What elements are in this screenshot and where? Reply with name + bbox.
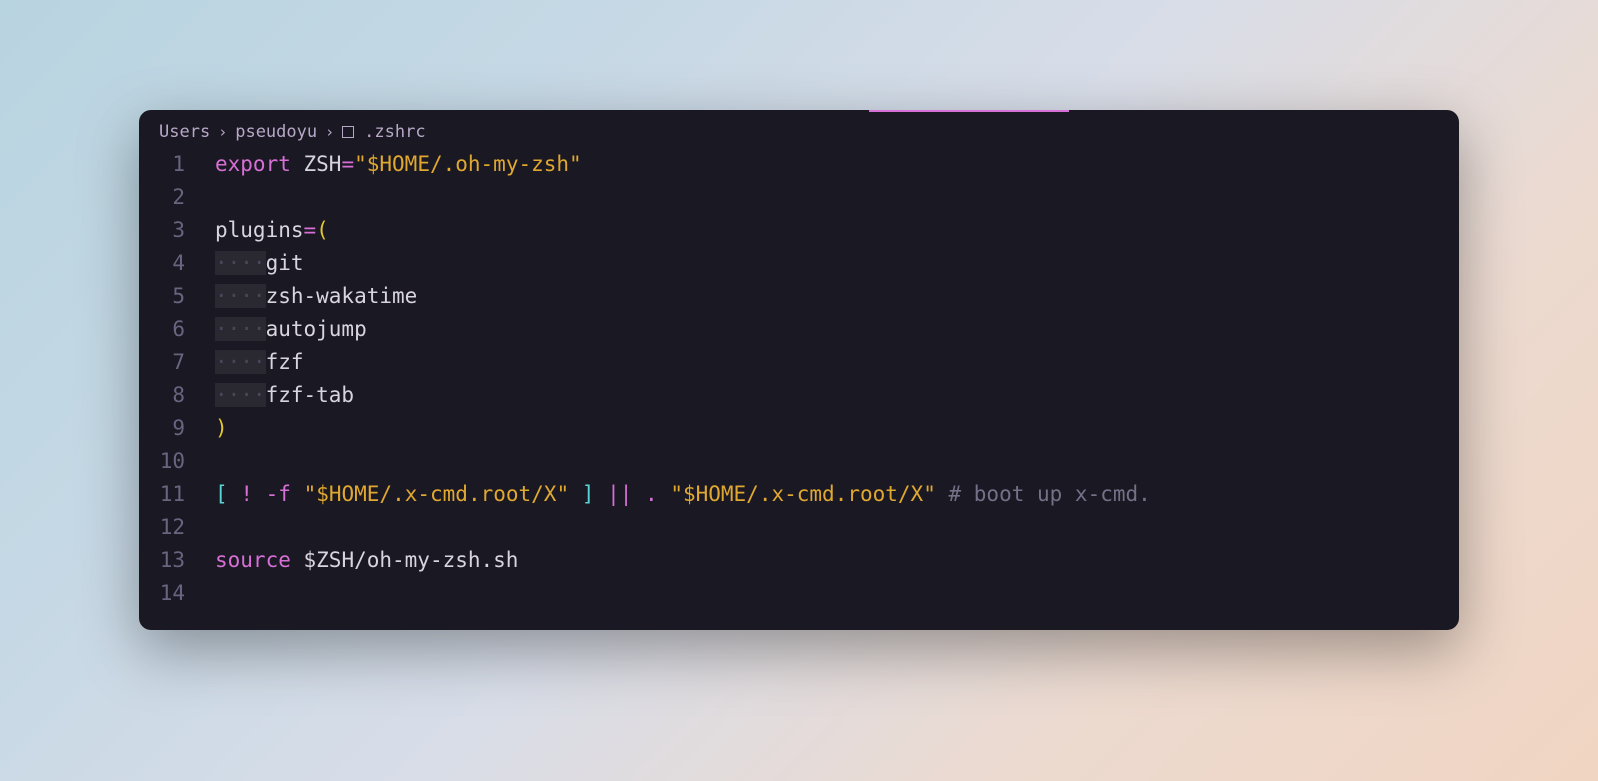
token (658, 482, 671, 506)
token: || (607, 482, 632, 506)
code-line[interactable]: 8····fzf-tab (139, 383, 1459, 416)
token: fzf (266, 350, 304, 374)
token: "$HOME/.oh-my-zsh" (354, 152, 582, 176)
token: ···· (215, 251, 266, 275)
line-number: 11 (139, 482, 215, 506)
line-content[interactable]: ····fzf (215, 350, 304, 374)
token: ] (582, 482, 595, 506)
token: /oh-my-zsh.sh (354, 548, 518, 572)
token (228, 482, 241, 506)
code-line[interactable]: 3plugins=( (139, 218, 1459, 251)
editor-window: Users › pseudoyu › .zshrc 1export ZSH="$… (139, 110, 1459, 630)
token: ) (215, 416, 228, 440)
code-line[interactable]: 10 (139, 449, 1459, 482)
breadcrumb-part[interactable]: Users (159, 122, 210, 142)
line-number: 14 (139, 581, 215, 605)
line-content[interactable]: [ ! -f "$HOME/.x-cmd.root/X" ] || . "$HO… (215, 482, 1151, 506)
token: ···· (215, 350, 266, 374)
token (253, 482, 266, 506)
token: = (341, 152, 354, 176)
token: = (304, 218, 317, 242)
token: ···· (215, 317, 266, 341)
line-content[interactable]: source $ZSH/oh-my-zsh.sh (215, 548, 518, 572)
token: fzf-tab (266, 383, 355, 407)
breadcrumb-part[interactable]: pseudoyu (235, 122, 317, 142)
code-line[interactable]: 4····git (139, 251, 1459, 284)
token: . (645, 482, 658, 506)
line-number: 5 (139, 284, 215, 308)
line-number: 3 (139, 218, 215, 242)
chevron-right-icon: › (218, 123, 227, 141)
code-line[interactable]: 13source $ZSH/oh-my-zsh.sh (139, 548, 1459, 581)
breadcrumb-file[interactable]: .zshrc (364, 122, 425, 142)
line-number: 1 (139, 152, 215, 176)
token: plugins (215, 218, 304, 242)
token (594, 482, 607, 506)
line-content[interactable]: ····fzf-tab (215, 383, 354, 407)
breadcrumb[interactable]: Users › pseudoyu › .zshrc (139, 110, 1459, 148)
token: source (215, 548, 291, 572)
line-content[interactable]: plugins=( (215, 218, 329, 242)
token: ZSH (304, 152, 342, 176)
token: $ZSH (304, 548, 355, 572)
token: # boot up x-cmd. (949, 482, 1151, 506)
code-line[interactable]: 11[ ! -f "$HOME/.x-cmd.root/X" ] || . "$… (139, 482, 1459, 515)
line-content[interactable]: export ZSH="$HOME/.oh-my-zsh" (215, 152, 582, 176)
code-line[interactable]: 12 (139, 515, 1459, 548)
line-content[interactable]: ····autojump (215, 317, 367, 341)
line-number: 8 (139, 383, 215, 407)
token: [ (215, 482, 228, 506)
tab-indicator (869, 110, 1069, 112)
code-line[interactable]: 6····autojump (139, 317, 1459, 350)
line-number: 6 (139, 317, 215, 341)
line-number: 9 (139, 416, 215, 440)
token: export (215, 152, 291, 176)
code-line[interactable]: 5····zsh-wakatime (139, 284, 1459, 317)
line-number: 4 (139, 251, 215, 275)
file-icon (342, 126, 354, 138)
token (291, 152, 304, 176)
token: ( (316, 218, 329, 242)
token: autojump (266, 317, 367, 341)
code-line[interactable]: 7····fzf (139, 350, 1459, 383)
code-line[interactable]: 2 (139, 185, 1459, 218)
token (569, 482, 582, 506)
line-number: 2 (139, 185, 215, 209)
chevron-right-icon: › (325, 123, 334, 141)
token: "$HOME/.x-cmd.root/X" (670, 482, 936, 506)
line-number: 12 (139, 515, 215, 539)
token (936, 482, 949, 506)
code-line[interactable]: 9) (139, 416, 1459, 449)
line-number: 7 (139, 350, 215, 374)
token (291, 548, 304, 572)
code-line[interactable]: 1export ZSH="$HOME/.oh-my-zsh" (139, 152, 1459, 185)
line-number: 10 (139, 449, 215, 473)
token: "$HOME/.x-cmd.root/X" (304, 482, 570, 506)
token: git (266, 251, 304, 275)
line-content[interactable]: ····git (215, 251, 304, 275)
token: -f (266, 482, 291, 506)
line-content[interactable]: ····zsh-wakatime (215, 284, 417, 308)
token: ···· (215, 284, 266, 308)
line-content[interactable]: ) (215, 416, 228, 440)
token: zsh-wakatime (266, 284, 418, 308)
line-number: 13 (139, 548, 215, 572)
token: ! (240, 482, 253, 506)
code-line[interactable]: 14 (139, 581, 1459, 614)
token (291, 482, 304, 506)
code-area[interactable]: 1export ZSH="$HOME/.oh-my-zsh"23plugins=… (139, 148, 1459, 630)
token (632, 482, 645, 506)
token: ···· (215, 383, 266, 407)
